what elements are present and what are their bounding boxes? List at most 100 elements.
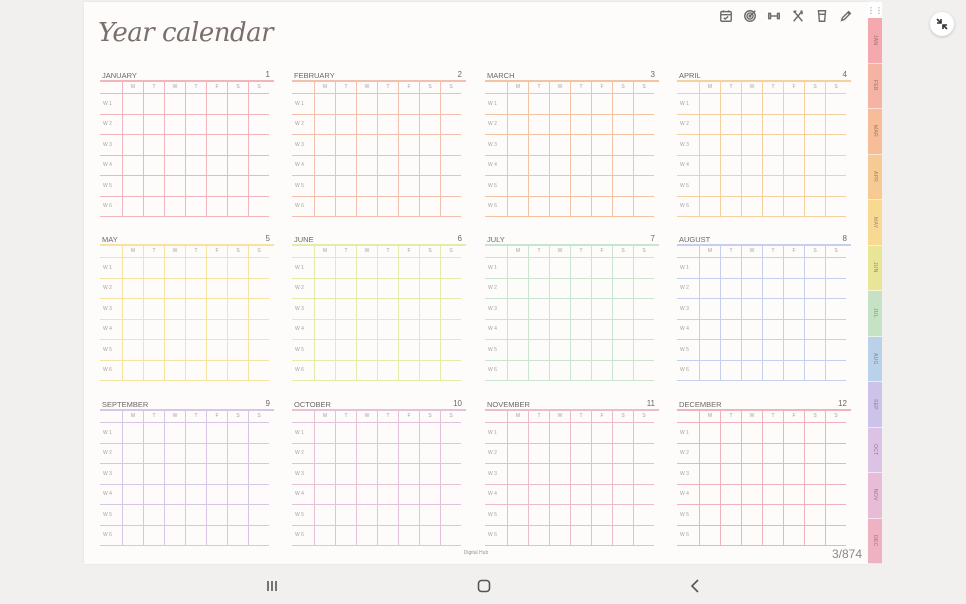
tab-dec[interactable]: DEC <box>868 518 882 564</box>
day-cell[interactable] <box>720 114 742 135</box>
day-cell[interactable] <box>783 93 805 115</box>
day-cell[interactable] <box>633 298 654 320</box>
back-button[interactable] <box>684 576 708 596</box>
day-cell[interactable] <box>633 196 654 217</box>
day-cell[interactable] <box>122 339 144 361</box>
day-cell[interactable] <box>612 525 634 546</box>
day-cell[interactable] <box>419 443 441 464</box>
day-cell[interactable] <box>633 155 654 176</box>
day-cell[interactable] <box>248 278 269 299</box>
day-cell[interactable] <box>314 339 336 361</box>
month-name[interactable]: DECEMBER <box>679 400 722 409</box>
day-cell[interactable] <box>741 339 763 361</box>
day-cell[interactable] <box>699 114 721 135</box>
day-cell[interactable] <box>248 504 269 526</box>
day-cell[interactable] <box>206 93 228 115</box>
day-cell[interactable] <box>570 93 592 115</box>
day-cell[interactable] <box>377 175 399 197</box>
day-cell[interactable] <box>248 257 269 279</box>
day-cell[interactable] <box>612 278 634 299</box>
day-cell[interactable] <box>335 463 357 485</box>
day-cell[interactable] <box>314 93 336 115</box>
day-cell[interactable] <box>633 504 654 526</box>
day-cell[interactable] <box>398 443 420 464</box>
day-cell[interactable] <box>419 504 441 526</box>
exit-fullscreen-button[interactable] <box>930 12 954 36</box>
day-cell[interactable] <box>825 298 846 320</box>
day-cell[interactable] <box>549 257 571 279</box>
day-cell[interactable] <box>570 319 592 340</box>
day-cell[interactable] <box>377 443 399 464</box>
day-cell[interactable] <box>783 114 805 135</box>
day-cell[interactable] <box>377 463 399 485</box>
day-cell[interactable] <box>227 504 249 526</box>
day-cell[interactable] <box>528 278 550 299</box>
day-cell[interactable] <box>122 114 144 135</box>
day-cell[interactable] <box>762 155 784 176</box>
day-cell[interactable] <box>398 114 420 135</box>
day-cell[interactable] <box>507 134 529 156</box>
day-cell[interactable] <box>612 134 634 156</box>
day-cell[interactable] <box>419 360 441 381</box>
day-cell[interactable] <box>143 278 165 299</box>
day-cell[interactable] <box>570 114 592 135</box>
tab-apr[interactable]: APR <box>868 154 882 200</box>
day-cell[interactable] <box>528 525 550 546</box>
day-cell[interactable] <box>612 443 634 464</box>
day-cell[interactable] <box>741 93 763 115</box>
day-cell[interactable] <box>633 339 654 361</box>
day-cell[interactable] <box>612 339 634 361</box>
day-cell[interactable] <box>720 504 742 526</box>
day-cell[interactable] <box>377 196 399 217</box>
month-name[interactable]: JUNE <box>294 235 314 244</box>
day-cell[interactable] <box>164 339 186 361</box>
day-cell[interactable] <box>699 339 721 361</box>
day-cell[interactable] <box>528 360 550 381</box>
day-cell[interactable] <box>440 114 461 135</box>
day-cell[interactable] <box>720 443 742 464</box>
day-cell[interactable] <box>122 155 144 176</box>
day-cell[interactable] <box>741 175 763 197</box>
day-cell[interactable] <box>804 134 826 156</box>
day-cell[interactable] <box>122 484 144 505</box>
day-cell[interactable] <box>377 93 399 115</box>
day-cell[interactable] <box>804 93 826 115</box>
day-cell[interactable] <box>335 196 357 217</box>
day-cell[interactable] <box>335 504 357 526</box>
day-cell[interactable] <box>699 422 721 444</box>
dumbbell-icon[interactable] <box>766 8 782 24</box>
day-cell[interactable] <box>377 155 399 176</box>
day-cell[interactable] <box>185 339 207 361</box>
day-cell[interactable] <box>440 484 461 505</box>
day-cell[interactable] <box>335 484 357 505</box>
day-cell[interactable] <box>612 484 634 505</box>
tab-sep[interactable]: SEP <box>868 382 882 428</box>
recent-apps-button[interactable] <box>260 576 284 596</box>
day-cell[interactable] <box>314 525 336 546</box>
day-cell[interactable] <box>825 175 846 197</box>
day-cell[interactable] <box>314 196 336 217</box>
day-cell[interactable] <box>570 155 592 176</box>
day-cell[interactable] <box>720 278 742 299</box>
day-cell[interactable] <box>720 319 742 340</box>
day-cell[interactable] <box>570 360 592 381</box>
day-cell[interactable] <box>549 175 571 197</box>
day-cell[interactable] <box>206 484 228 505</box>
day-cell[interactable] <box>377 278 399 299</box>
day-cell[interactable] <box>122 319 144 340</box>
day-cell[interactable] <box>699 504 721 526</box>
day-cell[interactable] <box>804 278 826 299</box>
day-cell[interactable] <box>377 257 399 279</box>
day-cell[interactable] <box>804 463 826 485</box>
day-cell[interactable] <box>612 360 634 381</box>
day-cell[interactable] <box>356 319 378 340</box>
day-cell[interactable] <box>314 443 336 464</box>
day-cell[interactable] <box>377 114 399 135</box>
day-cell[interactable] <box>164 114 186 135</box>
day-cell[interactable] <box>440 504 461 526</box>
day-cell[interactable] <box>612 298 634 320</box>
month-name[interactable]: FEBRUARY <box>294 71 335 80</box>
day-cell[interactable] <box>419 319 441 340</box>
day-cell[interactable] <box>206 443 228 464</box>
day-cell[interactable] <box>356 298 378 320</box>
